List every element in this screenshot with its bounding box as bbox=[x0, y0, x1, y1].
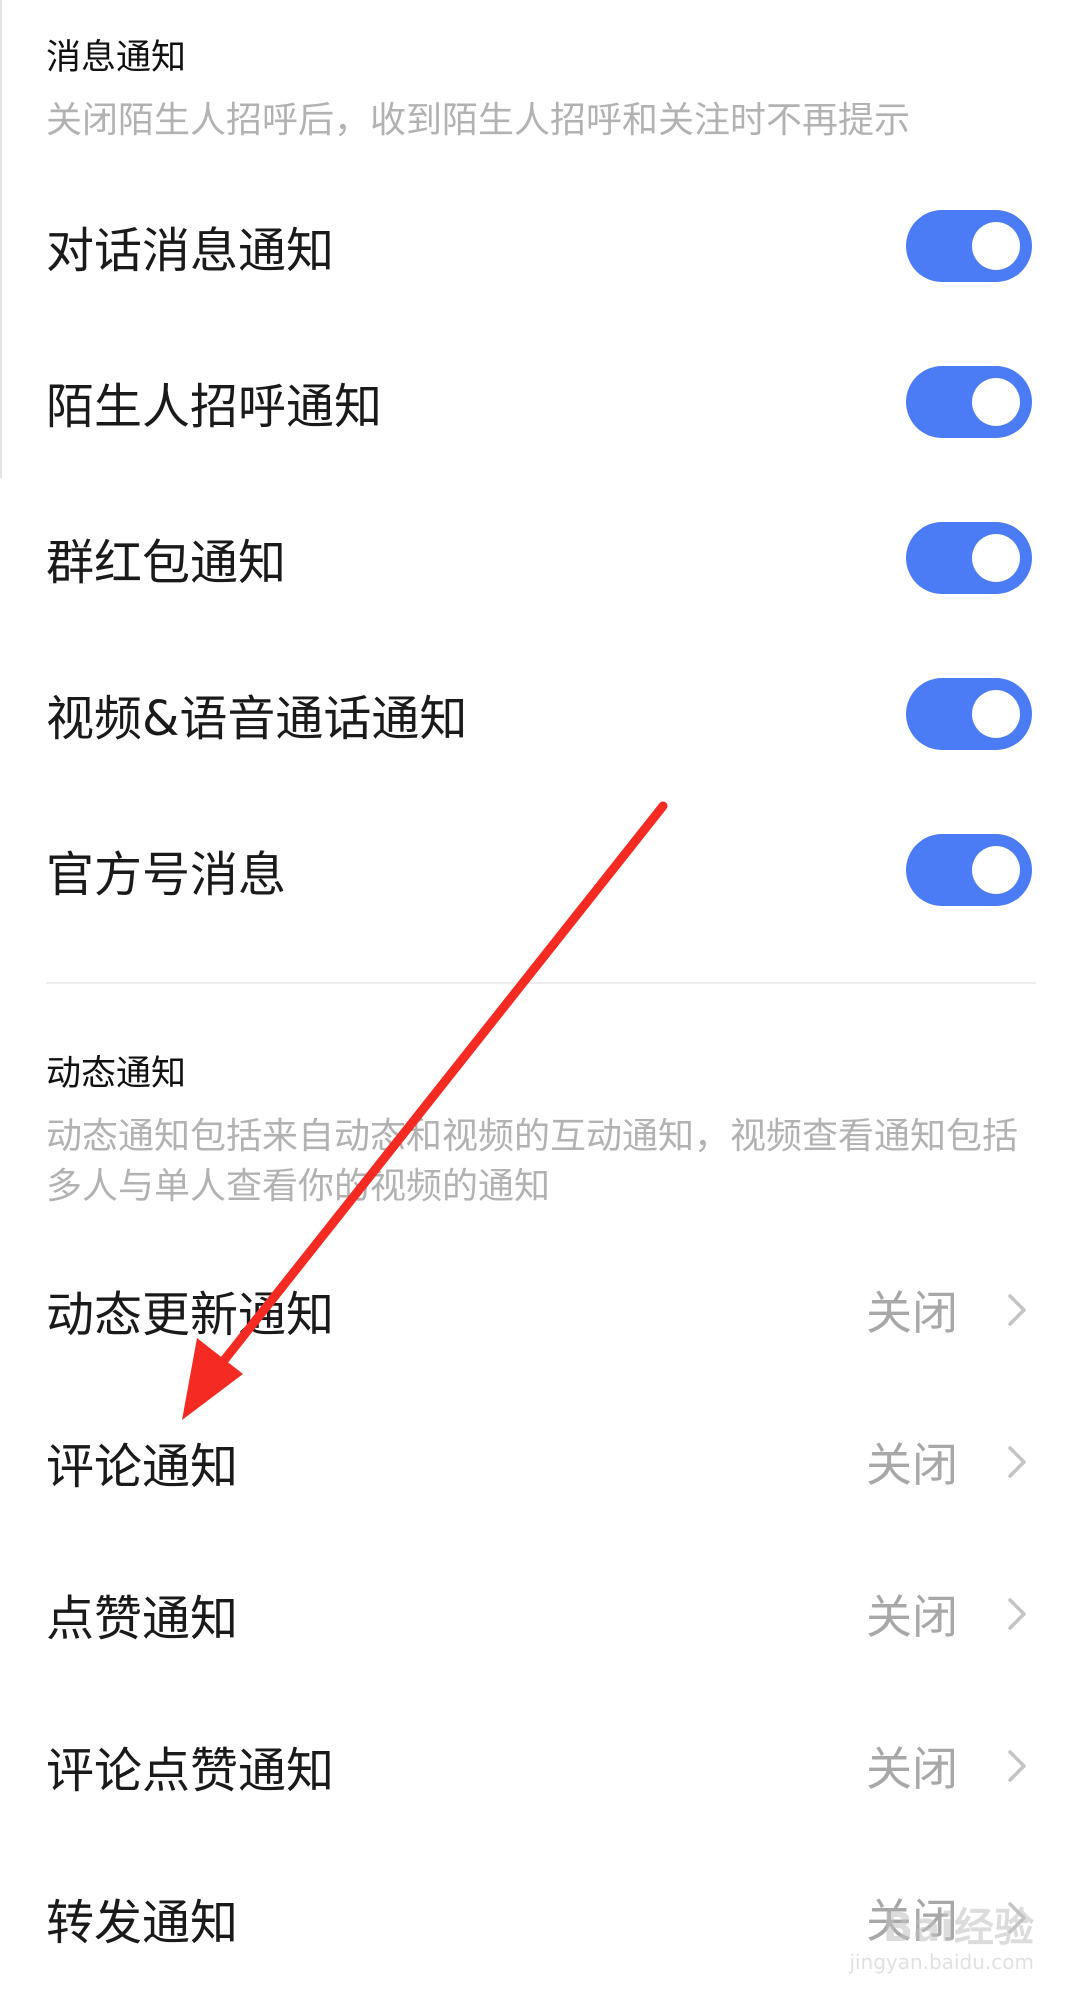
chevron-right-icon bbox=[1008, 1598, 1026, 1630]
setting-label: 转发通知 bbox=[46, 1895, 239, 1951]
toggle-knob bbox=[972, 534, 1020, 582]
setting-value: 关闭 bbox=[866, 1742, 958, 1796]
toggle-knob bbox=[972, 222, 1020, 270]
setting-row-comment-like[interactable]: 评论点赞通知 关闭 bbox=[0, 1706, 1080, 1826]
setting-label: 官方号消息 bbox=[46, 847, 287, 903]
setting-label: 视频&语音通话通知 bbox=[46, 691, 468, 747]
watermark-url: jingyan.baidu.com bbox=[849, 1950, 1034, 1974]
chevron-right-icon bbox=[1008, 1446, 1026, 1478]
setting-label: 动态更新通知 bbox=[46, 1287, 335, 1343]
stranger-greeting-toggle[interactable] bbox=[906, 366, 1032, 438]
setting-label: 评论点赞通知 bbox=[46, 1743, 335, 1799]
setting-value: 关闭 bbox=[866, 1438, 958, 1492]
setting-label: 对话消息通知 bbox=[46, 223, 335, 279]
setting-value: 关闭 bbox=[866, 1286, 958, 1340]
setting-row-stranger-greeting[interactable]: 陌生人招呼通知 bbox=[0, 342, 1080, 462]
message-section-description: 关闭陌生人招呼后，收到陌生人招呼和关注时不再提示 bbox=[46, 100, 911, 141]
setting-label: 群红包通知 bbox=[46, 535, 287, 591]
baidu-jingyan-watermark: Bai经验 jingyan.baidu.com bbox=[834, 1906, 1034, 1974]
setting-value: 关闭 bbox=[866, 1590, 958, 1644]
group-redpacket-toggle[interactable] bbox=[906, 522, 1032, 594]
setting-row-group-redpacket[interactable]: 群红包通知 bbox=[0, 498, 1080, 618]
toggle-knob bbox=[972, 690, 1020, 738]
section-divider bbox=[46, 982, 1036, 984]
setting-row-dialog-notification[interactable]: 对话消息通知 bbox=[0, 186, 1080, 306]
feed-section-title: 动态通知 bbox=[46, 1054, 187, 1094]
setting-row-feed-update[interactable]: 动态更新通知 关闭 bbox=[0, 1250, 1080, 1370]
setting-label: 评论通知 bbox=[46, 1439, 239, 1495]
official-account-toggle[interactable] bbox=[906, 834, 1032, 906]
message-section-title: 消息通知 bbox=[46, 38, 187, 78]
toggle-knob bbox=[972, 378, 1020, 426]
setting-label: 点赞通知 bbox=[46, 1591, 239, 1647]
setting-row-official-account[interactable]: 官方号消息 bbox=[0, 810, 1080, 930]
chevron-right-icon bbox=[1008, 1294, 1026, 1326]
setting-row-comment[interactable]: 评论通知 关闭 bbox=[0, 1402, 1080, 1522]
setting-label: 陌生人招呼通知 bbox=[46, 379, 383, 435]
chevron-right-icon bbox=[1008, 1750, 1026, 1782]
setting-row-video-voice-call[interactable]: 视频&语音通话通知 bbox=[0, 654, 1080, 774]
video-voice-call-toggle[interactable] bbox=[906, 678, 1032, 750]
setting-row-like[interactable]: 点赞通知 关闭 bbox=[0, 1554, 1080, 1674]
dialog-notification-toggle[interactable] bbox=[906, 210, 1032, 282]
feed-section-description: 动态通知包括来自动态和视频的互动通知，视频查看通知包括多人与单人查看你的视频的通… bbox=[46, 1116, 1019, 1207]
watermark-logo: Bai经验 bbox=[882, 1905, 1034, 1951]
toggle-knob bbox=[972, 846, 1020, 894]
